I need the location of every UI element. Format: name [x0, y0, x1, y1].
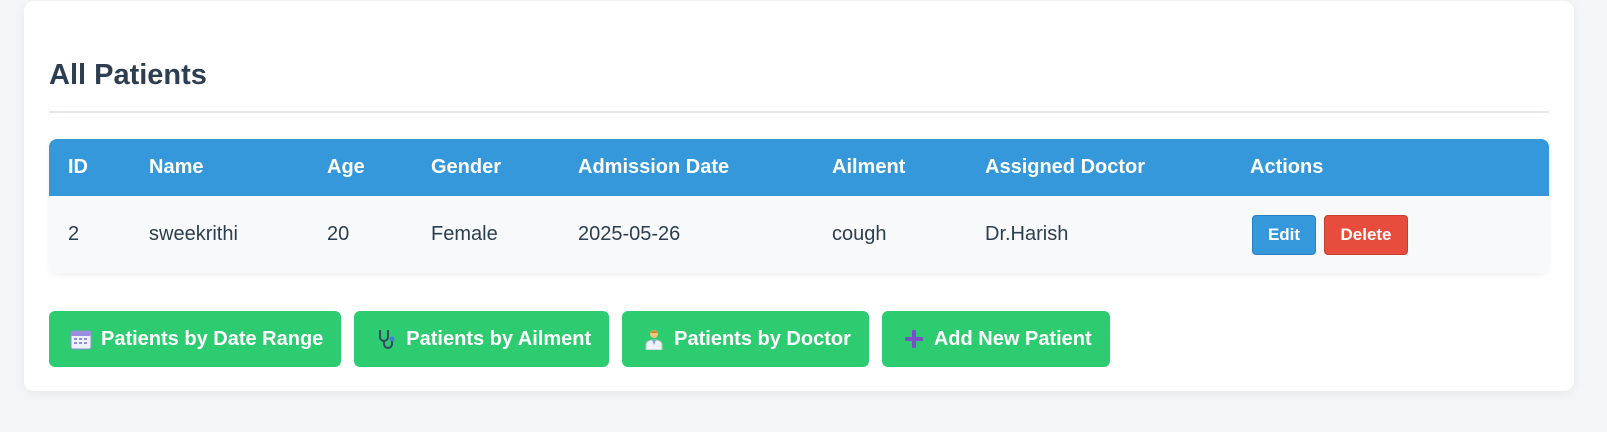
delete-button[interactable]: Delete: [1324, 214, 1408, 255]
title-divider: [49, 111, 1549, 113]
patients-by-doctor-button[interactable]: Patients by Doctor: [622, 311, 869, 367]
edit-button[interactable]: Edit: [1252, 214, 1316, 255]
cell-admission-date: 2025-05-26: [578, 223, 681, 245]
stethoscope-icon: [374, 327, 398, 351]
header-age: Age: [327, 156, 365, 178]
patients-by-doctor-label: Patients by Doctor: [674, 327, 851, 350]
patients-by-date-range-button[interactable]: Patients by Date Range: [49, 311, 342, 367]
cell-name: sweekrithi: [149, 223, 238, 245]
table-header-row: ID Name Age Gender Admission Date Ailmen…: [49, 139, 1549, 196]
header-gender: Gender: [431, 156, 502, 178]
cell-age: 20: [327, 223, 350, 245]
header-admission-date: Admission Date: [578, 156, 730, 178]
add-new-patient-label: Add New Patient: [933, 327, 1092, 350]
page-title: All Patients: [49, 59, 207, 91]
header-name: Name: [149, 156, 204, 178]
header-actions: Actions: [1250, 156, 1324, 178]
cell-ailment: cough: [832, 223, 887, 245]
cell-doctor: Dr.Harish: [985, 223, 1069, 245]
patients-by-ailment-label: Patients by Ailment: [406, 327, 592, 350]
patients-card: All Patients ID Name Age Gender Admissio…: [24, 1, 1574, 391]
header-ailment: Ailment: [832, 156, 906, 178]
cell-actions: Edit Delete: [1231, 196, 1549, 273]
table-row: 2 sweekrithi 20 Female 2025-05-26 cough …: [49, 196, 1549, 273]
cell-gender: Female: [431, 223, 498, 245]
action-buttons: Patients by Date Range Patients by Ailme…: [49, 311, 1110, 367]
patients-by-date-range-label: Patients by Date Range: [101, 327, 324, 350]
patients-by-ailment-button[interactable]: Patients by Ailment: [354, 311, 610, 367]
doctor-icon: [642, 327, 666, 351]
patients-table: ID Name Age Gender Admission Date Ailmen…: [49, 139, 1549, 273]
calendar-icon: [69, 327, 93, 351]
header-assigned-doctor: Assigned Doctor: [985, 156, 1146, 178]
header-id: ID: [68, 156, 88, 178]
plus-icon: [902, 327, 926, 351]
cell-id: 2: [68, 223, 80, 245]
add-new-patient-button[interactable]: Add New Patient: [881, 311, 1110, 367]
